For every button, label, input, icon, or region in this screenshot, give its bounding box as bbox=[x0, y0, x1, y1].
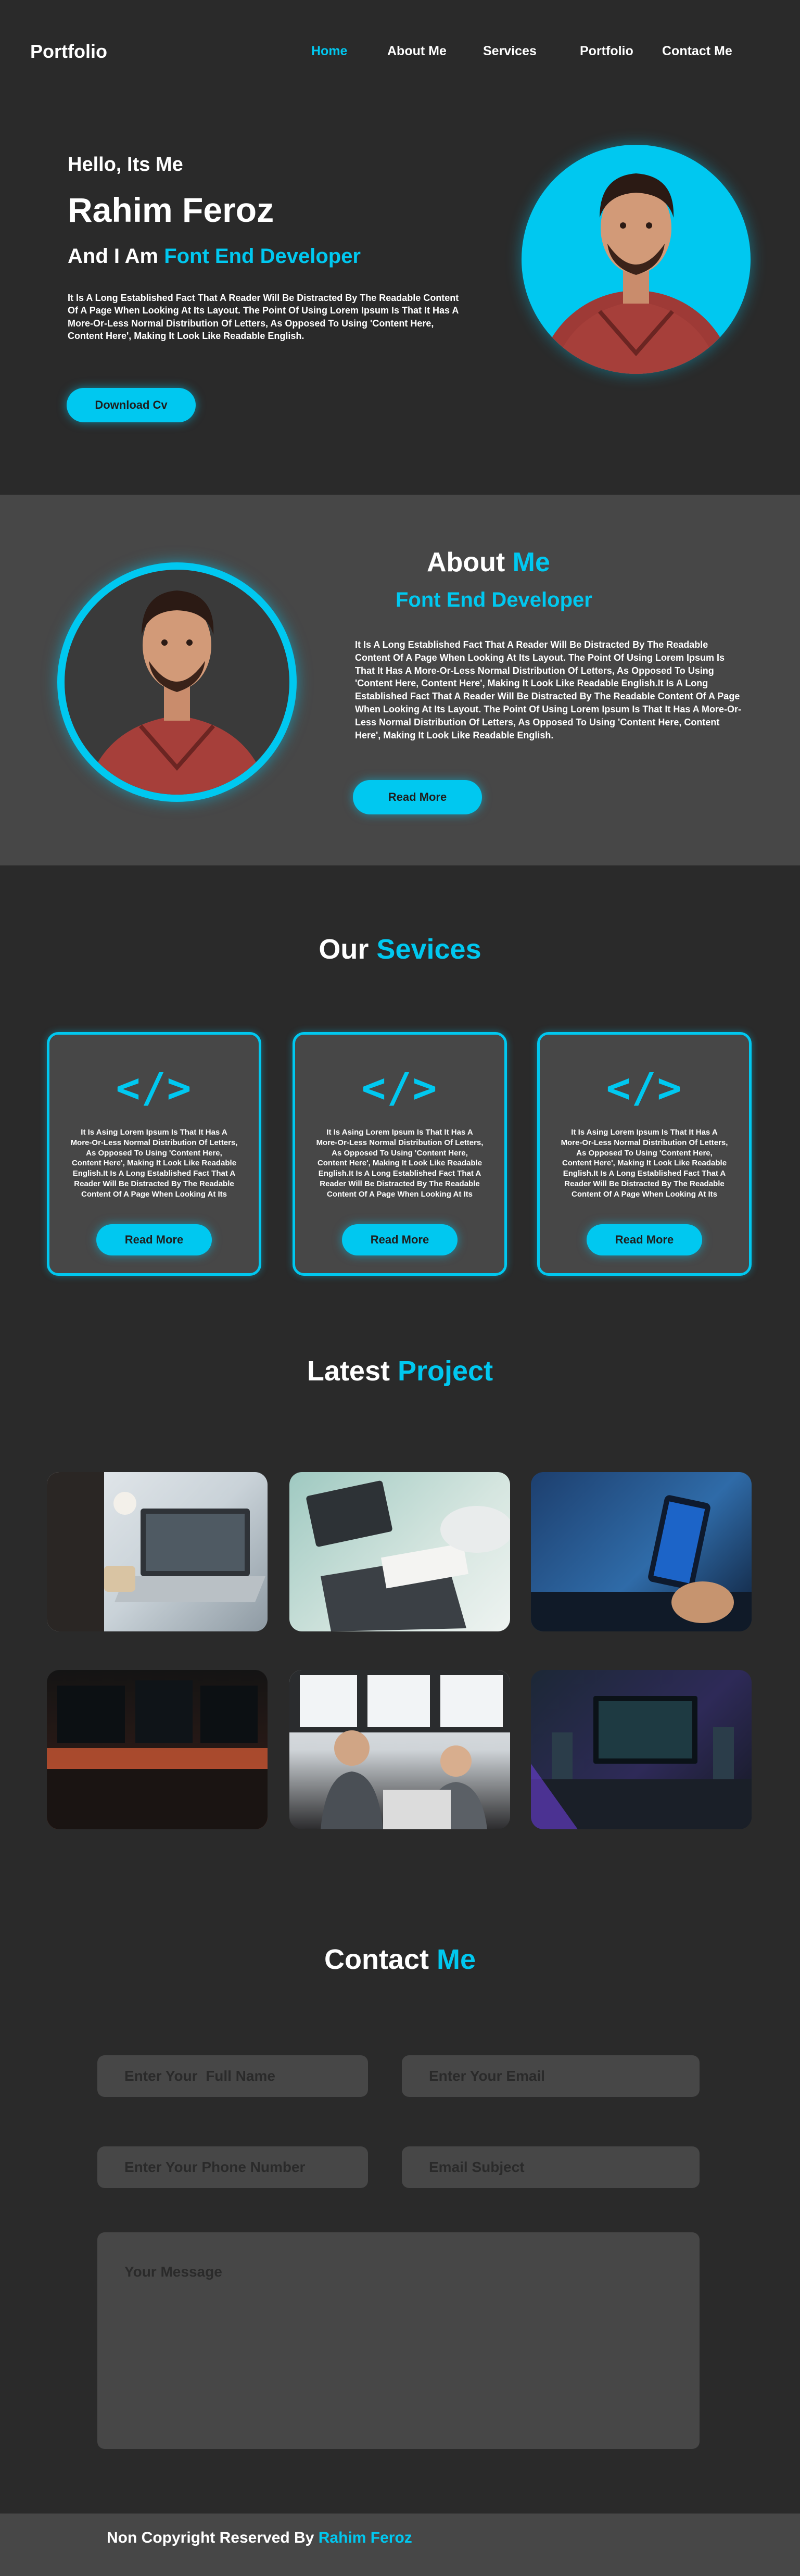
about-subtitle: Font End Developer bbox=[396, 588, 592, 611]
download-cv-button[interactable]: Download Cv bbox=[67, 388, 196, 422]
hero-description: It Is A Long Established Fact That A Rea… bbox=[68, 293, 459, 341]
email-subject-input[interactable] bbox=[402, 2146, 700, 2188]
code-icon: </> bbox=[606, 1065, 683, 1112]
service-card-text: It Is Asing Lorem Ipsum Is That It Has A… bbox=[316, 1128, 484, 1201]
code-icon: </> bbox=[361, 1065, 438, 1112]
hero-avatar bbox=[522, 145, 751, 374]
about-title-plain: About bbox=[427, 547, 505, 577]
nav-link-contact[interactable]: Contact Me bbox=[662, 44, 732, 59]
nav-links: Home About Me Services Portfolio Contact… bbox=[0, 44, 800, 65]
service-read-more-button[interactable]: Read More bbox=[587, 1224, 702, 1255]
projects-title: Latest Project bbox=[0, 1355, 800, 1387]
code-icon: </> bbox=[116, 1065, 193, 1112]
hero-role: And I Am Font End Developer bbox=[68, 245, 361, 268]
message-textarea[interactable] bbox=[97, 2232, 700, 2449]
service-read-more-button[interactable]: Read More bbox=[342, 1224, 458, 1255]
project-image-team-working[interactable] bbox=[289, 1670, 510, 1829]
hero-name: Rahim Feroz bbox=[68, 191, 274, 229]
services-section: Our Sevices </> It Is Asing Lorem Ipsum … bbox=[0, 865, 800, 1313]
project-image-meeting-laptops[interactable] bbox=[289, 1472, 510, 1631]
project-image-laptop-desk[interactable] bbox=[47, 1472, 268, 1631]
about-description: It Is A Long Established Fact That A Rea… bbox=[355, 639, 742, 740]
projects-title-accent: Project bbox=[397, 1355, 493, 1387]
contact-section: Contact Me bbox=[0, 1902, 800, 2514]
nav-link-about[interactable]: About Me bbox=[387, 44, 447, 59]
footer-copyright-plain: Non Copyright Reserved By bbox=[107, 2529, 314, 2546]
hero-role-prefix: And I Am bbox=[68, 245, 159, 268]
projects-section: Latest Project bbox=[0, 1313, 800, 1902]
project-image-desk-setup[interactable] bbox=[531, 1670, 752, 1829]
projects-title-plain: Latest bbox=[307, 1355, 390, 1387]
full-name-input[interactable] bbox=[97, 2055, 368, 2097]
services-title-accent: Sevices bbox=[376, 934, 481, 965]
project-image-dark-monitors[interactable] bbox=[47, 1670, 268, 1829]
navbar: Portfolio Home About Me Services Portfol… bbox=[0, 0, 800, 99]
project-image-phone-code[interactable] bbox=[531, 1472, 752, 1631]
service-read-more-button[interactable]: Read More bbox=[96, 1224, 212, 1255]
footer-copyright: Non Copyright Reserved By Rahim Feroz bbox=[107, 2529, 412, 2547]
service-card-text: It Is Asing Lorem Ipsum Is That It Has A… bbox=[561, 1128, 728, 1201]
hero-greeting: Hello, Its Me bbox=[68, 154, 183, 175]
email-input[interactable] bbox=[402, 2055, 700, 2097]
service-card-text: It Is Asing Lorem Ipsum Is That It Has A… bbox=[70, 1128, 238, 1201]
services-title: Our Sevices bbox=[0, 933, 800, 965]
service-card: </> It Is Asing Lorem Ipsum Is That It H… bbox=[47, 1032, 261, 1276]
services-title-plain: Our bbox=[319, 934, 369, 965]
about-read-more-button[interactable]: Read More bbox=[353, 780, 482, 814]
contact-title-accent: Me bbox=[437, 1944, 476, 1975]
about-title-accent: Me bbox=[512, 547, 550, 577]
service-card: </> It Is Asing Lorem Ipsum Is That It H… bbox=[293, 1032, 507, 1276]
nav-link-services[interactable]: Services bbox=[483, 44, 537, 59]
nav-link-home[interactable]: Home bbox=[311, 44, 347, 59]
about-title: About Me bbox=[427, 547, 550, 578]
footer-author-name[interactable]: Rahim Feroz bbox=[319, 2529, 412, 2546]
about-avatar bbox=[57, 562, 297, 802]
footer: Non Copyright Reserved By Rahim Feroz bbox=[0, 2514, 800, 2576]
nav-link-portfolio[interactable]: Portfolio bbox=[580, 44, 633, 59]
service-card: </> It Is Asing Lorem Ipsum Is That It H… bbox=[537, 1032, 752, 1276]
hero-role-accent: Font End Developer bbox=[164, 245, 361, 268]
contact-title: Contact Me bbox=[0, 1943, 800, 1976]
hero-section: Hello, Its Me Rahim Feroz And I Am Font … bbox=[0, 99, 800, 495]
contact-title-plain: Contact bbox=[324, 1944, 429, 1975]
about-section: About Me Font End Developer It Is A Long… bbox=[0, 495, 800, 865]
phone-input[interactable] bbox=[97, 2146, 368, 2188]
